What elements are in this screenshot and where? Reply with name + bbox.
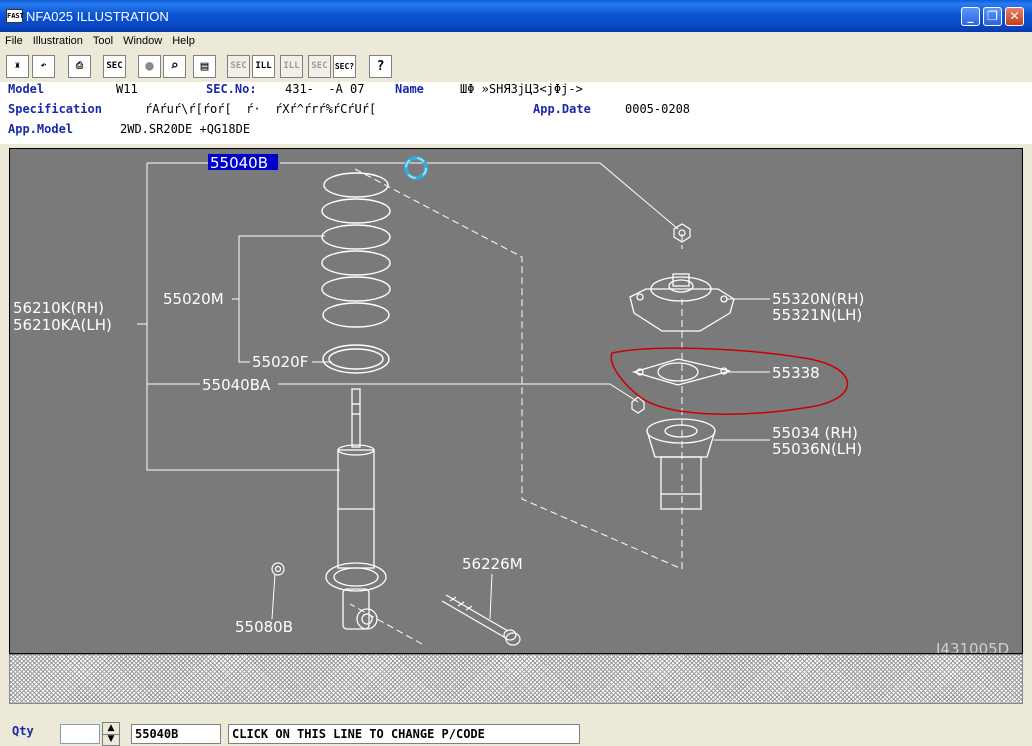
record-button[interactable]: ●: [138, 55, 161, 78]
ill-icon: ILL: [255, 61, 272, 71]
illustration-canvas[interactable]: 55040B 56210K(RH) 56210KA(LH) 55020M 550…: [9, 148, 1023, 654]
circle-icon: ●: [145, 58, 154, 74]
app-model-label: App.Model: [8, 122, 74, 136]
title-bar: FAST NFA025 ILLUSTRATION _ ❐ ✕: [0, 0, 1032, 32]
app-model-value: 2WD.SR20DE +QG18DE: [120, 122, 251, 136]
zoom-button[interactable]: ⌕: [163, 55, 186, 78]
name-label: Name: [395, 82, 424, 96]
close-button[interactable]: ✕: [1005, 7, 1024, 26]
bump-stop: [646, 418, 716, 510]
restore-button[interactable]: ❐: [983, 7, 1002, 26]
sec-no-value: 431- -A 07: [285, 82, 365, 96]
app-icon: FAST: [6, 9, 24, 23]
label-56210k[interactable]: 56210K(RH): [13, 299, 104, 317]
illustration-ref: J431005D: [935, 640, 1009, 653]
specification-label: Specification: [8, 102, 102, 116]
next-sec-button[interactable]: SEC: [308, 55, 331, 78]
window-title: NFA025 ILLUSTRATION: [26, 9, 169, 24]
close-icon: ✕: [1009, 9, 1020, 23]
parts-button[interactable]: ♜: [6, 55, 29, 78]
prev-sec-button[interactable]: SEC: [227, 55, 250, 78]
ill-button[interactable]: ILL: [252, 55, 275, 78]
part-code-field: 55040B: [131, 724, 221, 744]
label-55036n[interactable]: 55036N(LH): [772, 440, 862, 458]
help-button[interactable]: ?: [369, 55, 392, 78]
prev-sec-icon: SEC: [230, 61, 247, 71]
menu-file[interactable]: File: [0, 32, 28, 51]
sec-list-button[interactable]: SEC: [103, 55, 126, 78]
help-icon: ?: [376, 59, 385, 74]
toolbar: ♜ ↶ ⎙ SEC ● ⌕ ▤ SEC ILL ILL SEC SEC? ?: [0, 51, 1032, 82]
spin-down-icon[interactable]: ▼: [103, 734, 119, 745]
qty-stepper[interactable]: ▲ ▼: [102, 722, 120, 746]
undo-icon: ↶: [40, 61, 47, 71]
busy-cursor-icon: [404, 156, 428, 180]
next-ill-button[interactable]: ILL: [280, 55, 303, 78]
label-55020f[interactable]: 55020F: [252, 353, 308, 371]
menu-bar: File Illustration Tool Window Help: [0, 32, 1032, 52]
parts-icon: ♜: [14, 61, 21, 71]
shock-absorber: [325, 388, 387, 630]
change-part-code-line[interactable]: CLICK ON THIS LINE TO CHANGE P/CODE: [228, 724, 580, 744]
label-55040b[interactable]: 55040B: [210, 154, 268, 172]
menu-help[interactable]: Help: [167, 32, 200, 51]
label-55321n[interactable]: 55321N(LH): [772, 306, 862, 324]
status-row: Qty ▲ ▼ 55040B CLICK ON THIS LINE TO CHA…: [0, 704, 1032, 746]
qty-label: Qty: [12, 724, 34, 738]
app-date-value: 0005-0208: [625, 102, 691, 116]
restore-icon: ❐: [987, 9, 998, 23]
printer-icon: ⎙: [75, 61, 84, 71]
menu-window[interactable]: Window: [118, 32, 167, 51]
label-55338[interactable]: 55338: [772, 364, 820, 382]
book-button[interactable]: ▤: [193, 55, 216, 78]
next-ill-icon: ILL: [283, 61, 300, 71]
bolt-55080b: [271, 562, 285, 576]
next-sec-icon: SEC: [311, 61, 328, 71]
model-value: W11: [116, 82, 138, 96]
label-55080b[interactable]: 55080B: [235, 618, 293, 636]
label-56210ka[interactable]: 56210KA(LH): [13, 316, 112, 334]
label-55020m[interactable]: 55020M: [163, 290, 224, 308]
magnifier-icon: ⌕: [170, 58, 179, 74]
sec-no-label: SEC.No:: [206, 82, 257, 96]
book-icon: ▤: [200, 59, 209, 74]
gasket-55338: [631, 358, 731, 386]
model-label: Model: [8, 82, 45, 96]
label-56226m[interactable]: 56226M: [462, 555, 523, 573]
label-55040ba[interactable]: 55040BA: [202, 376, 271, 394]
minimize-icon: _: [967, 9, 974, 23]
app-date-label: App.Date: [533, 102, 591, 116]
bolt-56226m: [441, 594, 521, 646]
specification-value: ŕAŕuŕ\ŕ[ŕoŕ[ ŕ· ŕXŕ^ŕrŕ%ŕCŕUŕ[: [145, 102, 377, 116]
parts-list-panel: [9, 654, 1023, 704]
sec-list-icon: SEC: [106, 61, 123, 71]
name-value: ШΦ »SHЯ3jЦ3<jΦj->: [460, 82, 583, 96]
menu-illustration[interactable]: Illustration: [28, 32, 88, 51]
coil-spring: [321, 172, 391, 374]
minimize-button[interactable]: _: [961, 7, 980, 26]
undo-button[interactable]: ↶: [32, 55, 55, 78]
sec-query-icon: SEC?: [334, 62, 355, 71]
info-panel: Model W11 SEC.No: 431- -A 07 Name ШΦ »SH…: [0, 82, 1032, 144]
menu-tool[interactable]: Tool: [88, 32, 118, 51]
print-button[interactable]: ⎙: [68, 55, 91, 78]
qty-input[interactable]: [60, 724, 100, 744]
sec-query-button[interactable]: SEC?: [333, 55, 356, 78]
